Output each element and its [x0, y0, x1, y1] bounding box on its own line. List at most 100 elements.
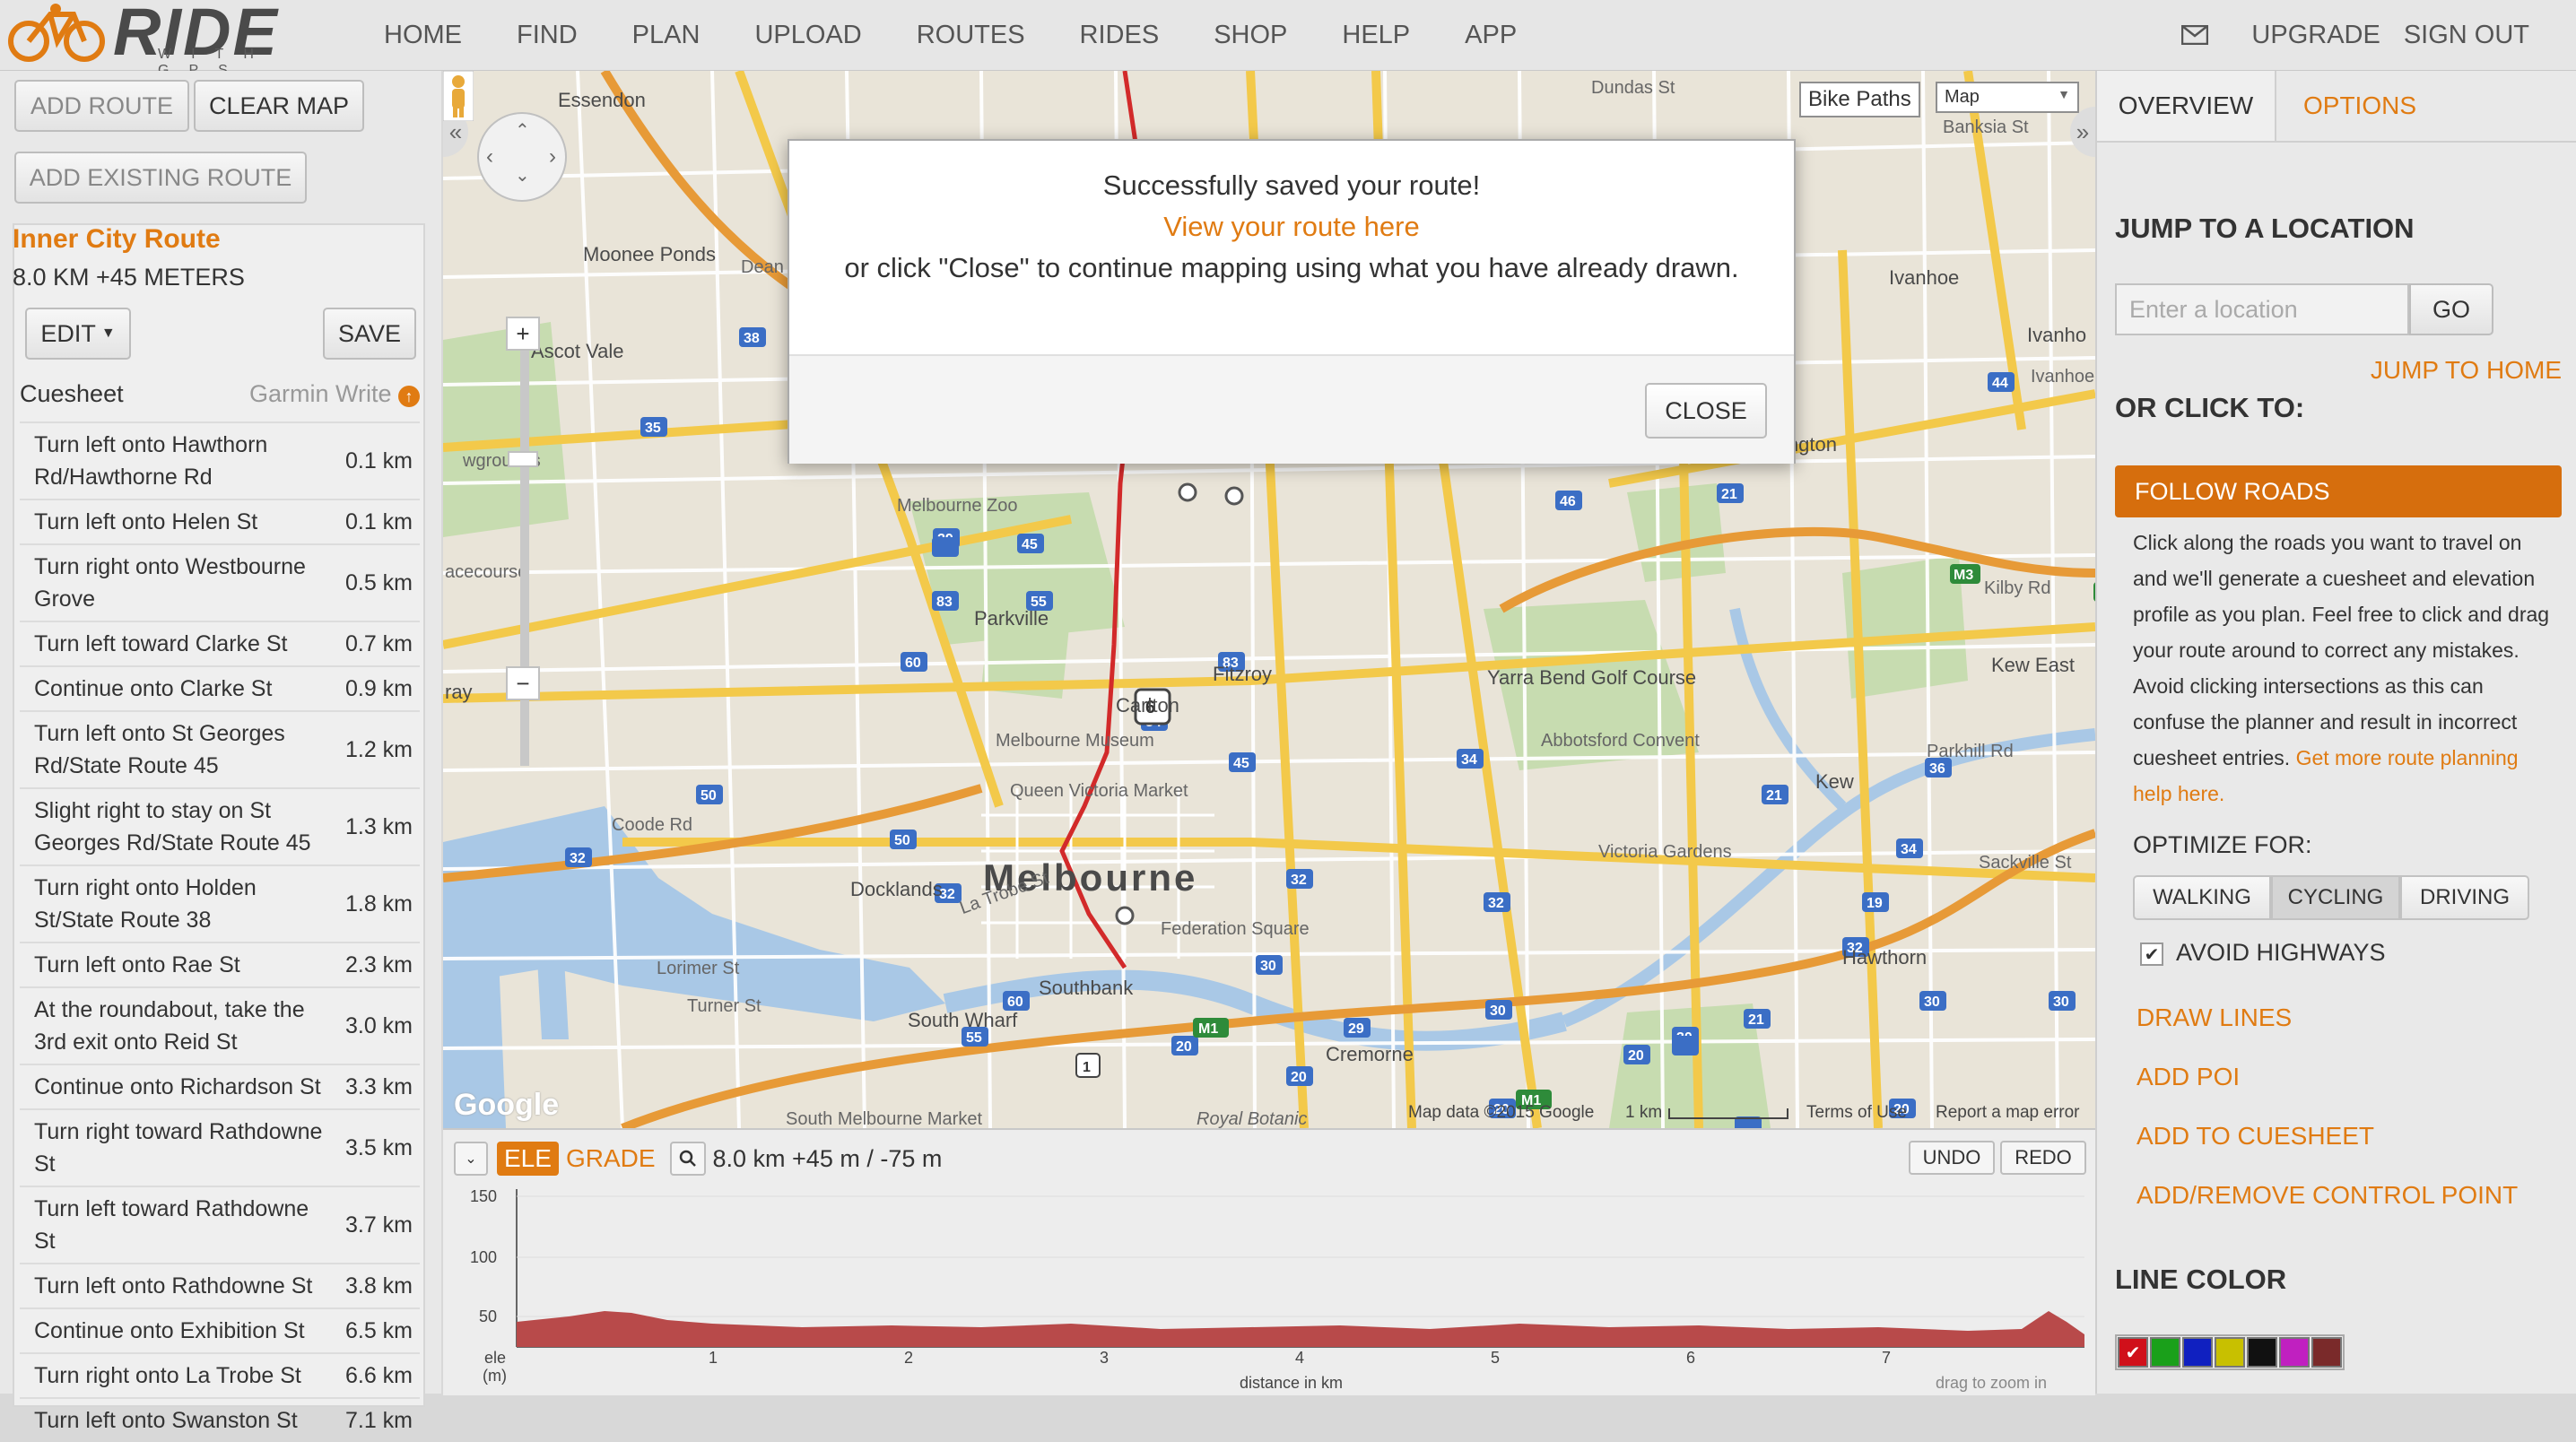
- swatch-magenta[interactable]: [2279, 1337, 2310, 1368]
- draw-lines-link[interactable]: DRAW LINES: [2137, 1003, 2292, 1032]
- add-to-cuesheet-link[interactable]: ADD TO CUESHEET: [2137, 1122, 2374, 1151]
- grade-toggle[interactable]: GRADE: [559, 1142, 663, 1176]
- nav-shop[interactable]: SHOP: [1214, 21, 1287, 50]
- nav-app[interactable]: APP: [1465, 21, 1517, 50]
- save-button[interactable]: SAVE: [323, 308, 416, 360]
- add-remove-control-point-link[interactable]: ADD/REMOVE CONTROL POINT: [2137, 1181, 2518, 1210]
- mail-icon[interactable]: [2181, 25, 2209, 45]
- map-label-victoria-gardens: Victoria Gardens: [1598, 842, 1732, 862]
- nav-help[interactable]: HELP: [1342, 21, 1410, 50]
- map-label-banksia: Banksia St: [1943, 117, 2029, 137]
- zoom-magnifier-icon[interactable]: [669, 1142, 706, 1176]
- modal-title: Successfully saved your route!: [1102, 169, 1481, 201]
- cue-row[interactable]: Turn right onto Westbourne Grove 0.5 km: [20, 543, 420, 621]
- cue-distance: 3.0 km: [344, 1012, 413, 1038]
- cue-text: Turn right toward Rathdowne St: [34, 1119, 323, 1177]
- svg-text:20: 20: [1176, 1039, 1192, 1055]
- zoom-in-button[interactable]: +: [506, 317, 540, 351]
- svg-text:30: 30: [2053, 995, 2069, 1010]
- garmin-write-link[interactable]: Garmin Write ↑: [249, 380, 420, 408]
- cue-distance: 0.1 km: [344, 508, 413, 534]
- nav-rides[interactable]: RIDES: [1080, 21, 1160, 50]
- nav-plan[interactable]: PLAN: [632, 21, 701, 50]
- cue-row[interactable]: Turn left toward Clarke St 0.7 km: [20, 621, 420, 665]
- tab-options[interactable]: OPTIONS: [2276, 71, 2443, 141]
- svg-text:32: 32: [570, 851, 586, 866]
- map-label-abbotsford: Abbotsford Convent: [1541, 731, 1700, 751]
- cue-row[interactable]: Slight right to stay on St Georges Rd/St…: [20, 787, 420, 864]
- edit-dropdown[interactable]: EDIT ▼: [25, 308, 131, 360]
- location-input[interactable]: Enter a location: [2115, 283, 2409, 335]
- avoid-highways-label[interactable]: AVOID HIGHWAYS: [2176, 939, 2386, 967]
- map-label-yarra-bend: Yarra Bend Golf Course: [1487, 666, 1697, 689]
- cue-row[interactable]: At the roundabout, take the 3rd exit ont…: [20, 986, 420, 1064]
- zoom-slider-handle[interactable]: [508, 451, 538, 467]
- view-route-link[interactable]: View your route here: [789, 211, 1794, 243]
- optimize-walking[interactable]: WALKING: [2133, 875, 2271, 920]
- map-type-select[interactable]: Map ▼: [1936, 82, 2079, 113]
- pan-right-icon[interactable]: ›: [549, 144, 556, 169]
- go-button[interactable]: GO: [2409, 283, 2493, 335]
- cue-row[interactable]: Continue onto Exhibition St 6.5 km: [20, 1307, 420, 1352]
- sign-out-link[interactable]: SIGN OUT: [2404, 21, 2529, 50]
- optimize-driving[interactable]: DRIVING: [2400, 875, 2529, 920]
- swatch-green[interactable]: [2150, 1337, 2180, 1368]
- bike-paths-toggle[interactable]: Bike Paths: [1799, 82, 1920, 117]
- swatch-yellow[interactable]: [2215, 1337, 2245, 1368]
- cue-row[interactable]: Turn left onto Rae St 2.3 km: [20, 942, 420, 986]
- swatch-blue[interactable]: [2182, 1337, 2213, 1368]
- cue-row[interactable]: Turn right toward Rathdowne St 3.5 km: [20, 1108, 420, 1186]
- tab-overview[interactable]: OVERVIEW: [2097, 71, 2276, 141]
- svg-text:36: 36: [1929, 761, 1945, 777]
- cue-row[interactable]: Turn left onto St Georges Rd/State Route…: [20, 710, 420, 787]
- elevation-chart[interactable]: 150 100 50 ele (m) distance in km drag t…: [443, 1189, 2095, 1395]
- add-poi-link[interactable]: ADD POI: [2137, 1063, 2240, 1091]
- cue-row[interactable]: Turn left toward Rathdowne St 3.7 km: [20, 1186, 420, 1263]
- zoom-out-button[interactable]: −: [506, 666, 540, 700]
- add-route-button[interactable]: ADD ROUTE: [14, 80, 189, 132]
- cue-row[interactable]: Continue onto Richardson St 3.3 km: [20, 1064, 420, 1108]
- collapse-elevation-icon[interactable]: ⌄: [454, 1142, 488, 1176]
- optimize-cycling[interactable]: CYCLING: [2271, 875, 2400, 920]
- nav-upload[interactable]: UPLOAD: [754, 21, 861, 50]
- cue-row[interactable]: Turn left onto Helen St 0.1 km: [20, 499, 420, 543]
- report-error-link[interactable]: Report a map error: [1936, 1103, 2080, 1123]
- svg-text:50: 50: [701, 788, 717, 804]
- cue-row[interactable]: Turn left onto Rathdowne St 3.8 km: [20, 1263, 420, 1307]
- ele-toggle[interactable]: ELE: [497, 1142, 559, 1176]
- nav-find[interactable]: FIND: [517, 21, 578, 50]
- cue-row[interactable]: Turn right onto Holden St/State Route 38…: [20, 864, 420, 942]
- cue-row[interactable]: Turn left onto Hawthorn Rd/Hawthorne Rd 0…: [20, 421, 420, 499]
- logo[interactable]: RIDE WITH GPS: [7, 0, 330, 78]
- pan-up-icon[interactable]: ⌃: [515, 119, 530, 142]
- add-existing-route-button[interactable]: ADD EXISTING ROUTE: [14, 152, 307, 204]
- cue-row[interactable]: Turn left onto Swanston St 7.1 km: [20, 1397, 420, 1442]
- optimize-segmented-control: WALKING CYCLING DRIVING: [2133, 875, 2529, 920]
- nav-home[interactable]: HOME: [384, 21, 462, 50]
- upgrade-link[interactable]: UPGRADE: [2251, 21, 2380, 50]
- pan-left-icon[interactable]: ‹: [486, 144, 493, 169]
- follow-roads-button[interactable]: FOLLOW ROADS: [2115, 465, 2562, 517]
- cue-row[interactable]: Turn right onto La Trobe St 6.6 km: [20, 1352, 420, 1397]
- clear-map-button[interactable]: CLEAR MAP: [194, 80, 364, 132]
- redo-button[interactable]: REDO: [2000, 1141, 2086, 1175]
- swatch-red[interactable]: ✔: [2118, 1337, 2148, 1368]
- close-button[interactable]: CLOSE: [1645, 383, 1767, 439]
- street-view-pegman-icon[interactable]: [443, 71, 474, 121]
- terms-link[interactable]: Terms of Use: [1806, 1103, 1907, 1123]
- svg-text:29: 29: [1348, 1021, 1364, 1037]
- swatch-black[interactable]: [2247, 1337, 2277, 1368]
- avoid-highways-checkbox[interactable]: ✔: [2140, 943, 2163, 966]
- map-label-lorimer: Lorimer St: [657, 959, 740, 978]
- cue-row[interactable]: Continue onto Clarke St 0.9 km: [20, 665, 420, 710]
- route-name[interactable]: Inner City Route: [13, 224, 221, 255]
- map-label-kew: Kew: [1815, 770, 1854, 793]
- jump-to-home-link[interactable]: JUMP TO HOME: [2371, 356, 2562, 385]
- nav-routes[interactable]: ROUTES: [917, 21, 1025, 50]
- svg-text:60: 60: [1007, 995, 1023, 1010]
- line-color-swatches: ✔: [2115, 1334, 2345, 1370]
- undo-button[interactable]: UNDO: [1909, 1141, 1995, 1175]
- swatch-brown[interactable]: [2311, 1337, 2342, 1368]
- pan-down-icon[interactable]: ⌄: [515, 164, 530, 187]
- pan-control[interactable]: ⌃ ‹ › ⌄: [477, 112, 567, 202]
